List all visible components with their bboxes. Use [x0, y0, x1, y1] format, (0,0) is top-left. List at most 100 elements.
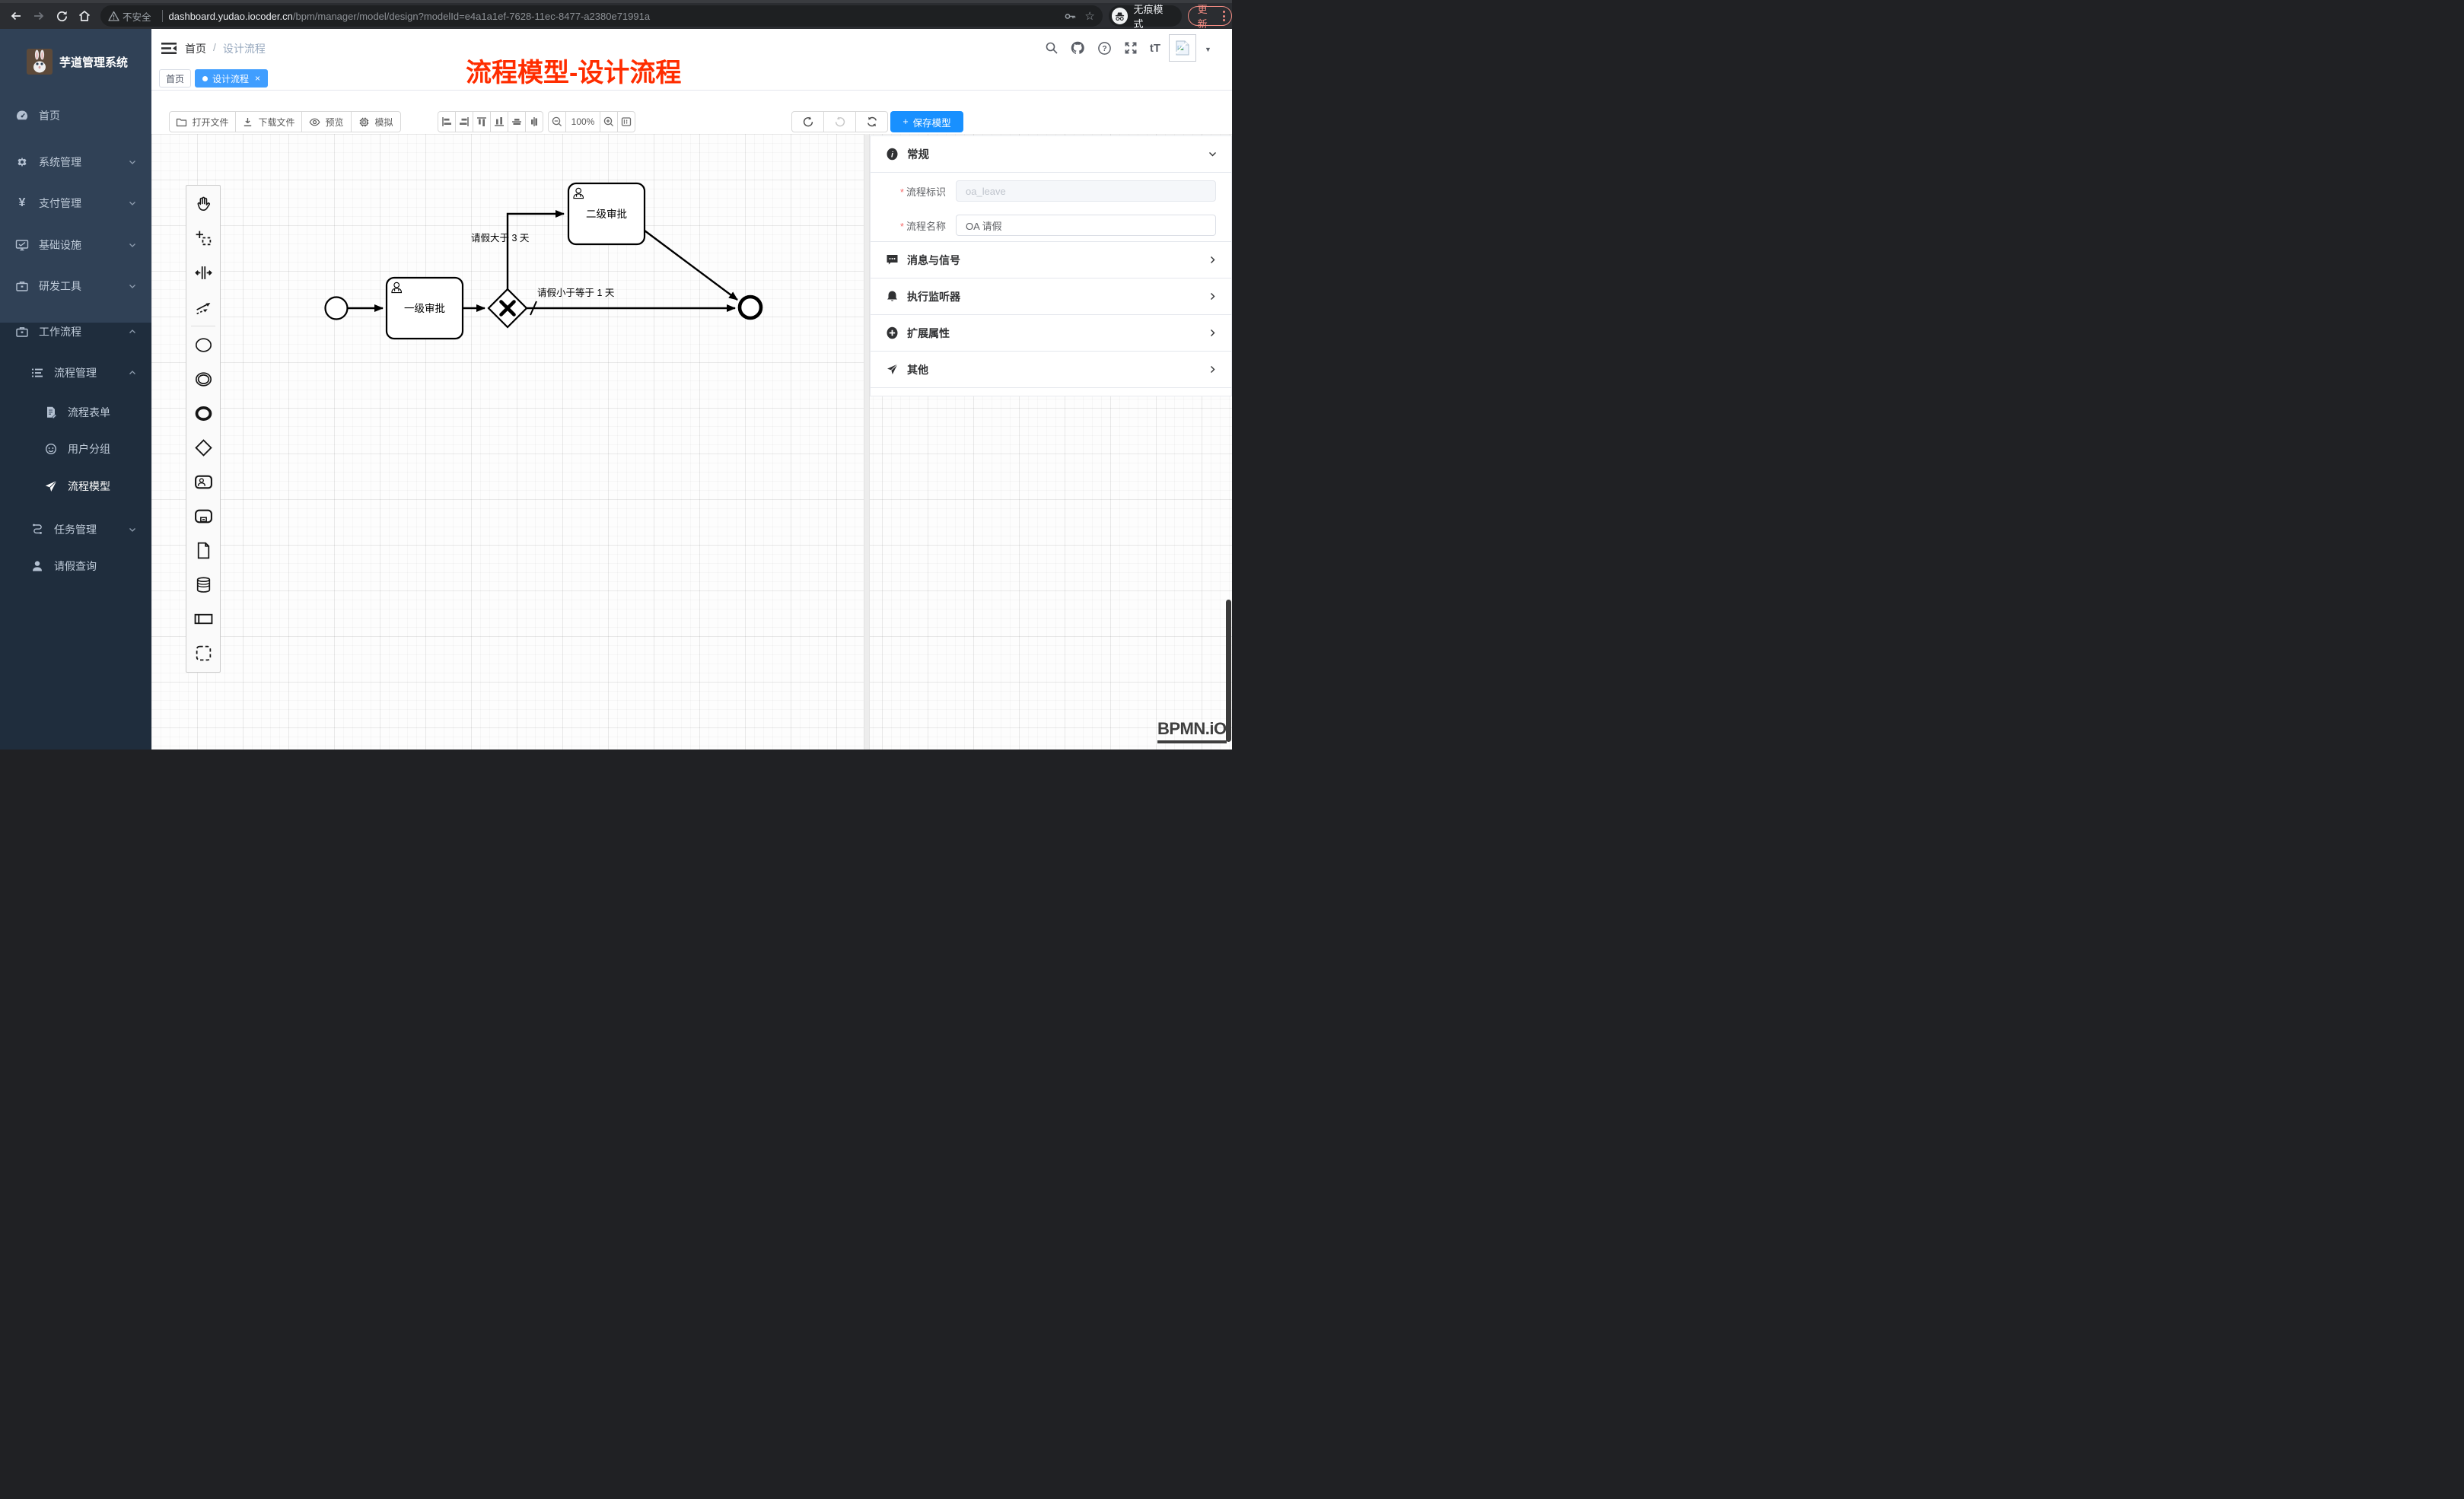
create-group[interactable]: [186, 636, 220, 670]
create-end-event[interactable]: [186, 396, 220, 431]
zoom-out-button[interactable]: [548, 111, 566, 132]
home-icon[interactable]: [75, 6, 94, 26]
create-subprocess[interactable]: [186, 499, 220, 533]
align-vcenter-icon: [511, 116, 523, 128]
scrollbar-thumb[interactable]: [1226, 600, 1231, 742]
sidebar-item-leave-query[interactable]: 请假查询: [0, 547, 151, 585]
sidebar-item-payment[interactable]: ¥ 支付管理: [0, 184, 151, 222]
zoom-in-button[interactable]: [600, 111, 618, 132]
start-event[interactable]: [326, 298, 348, 320]
download-file-button[interactable]: 下载文件: [235, 111, 302, 132]
app-logo[interactable]: 芋道管理系统: [0, 34, 151, 89]
create-gateway[interactable]: [186, 431, 220, 465]
font-size-icon[interactable]: tT: [1148, 40, 1163, 56]
panel-splitter[interactable]: [864, 134, 870, 750]
redo-button[interactable]: [823, 111, 856, 132]
align-right-button[interactable]: [455, 111, 473, 132]
chevron-down-icon: [129, 526, 136, 533]
chevron-down-icon: [129, 199, 136, 207]
message-icon: [886, 253, 899, 266]
update-button[interactable]: 更新: [1188, 6, 1232, 26]
user-icon: [30, 559, 44, 573]
undo-button[interactable]: [791, 111, 824, 132]
create-intermediate-event[interactable]: [186, 362, 220, 396]
forward-icon[interactable]: [29, 6, 49, 26]
open-file-button[interactable]: 打开文件: [169, 111, 236, 132]
align-top-button[interactable]: [473, 111, 491, 132]
flow-task2-to-end[interactable]: [645, 231, 737, 300]
align-vertical-center-button[interactable]: [508, 111, 526, 132]
section-extended-properties[interactable]: 扩展属性: [871, 315, 1231, 352]
sidebar-item-process-form[interactable]: 流程表单: [0, 393, 151, 431]
reset-view-icon: [620, 116, 632, 128]
edge-label-gt3days[interactable]: 请假大于 3 天: [471, 233, 530, 243]
restart-button[interactable]: [855, 111, 888, 132]
section-execution-listeners[interactable]: 执行监听器: [871, 278, 1231, 315]
url-text: dashboard.yudao.iocoder.cn/bpm/manager/m…: [169, 11, 1065, 22]
tab-design-process[interactable]: 设计流程 ×: [195, 69, 268, 88]
fullscreen-icon[interactable]: [1123, 40, 1138, 56]
reset-view-button[interactable]: [617, 111, 635, 132]
simulate-button[interactable]: 模拟: [351, 111, 401, 132]
section-general[interactable]: i 常规: [871, 136, 1231, 173]
process-key-input[interactable]: oa_leave: [956, 180, 1216, 202]
align-bottom-button[interactable]: [490, 111, 508, 132]
preview-button[interactable]: 预览: [301, 111, 352, 132]
paper-plane-icon: [44, 479, 58, 493]
end-event[interactable]: [740, 297, 761, 318]
chevron-right-icon: [1208, 328, 1218, 338]
edge-label-lte1day[interactable]: 请假小于等于 1 天: [537, 287, 615, 298]
search-icon[interactable]: [1044, 40, 1059, 56]
create-user-task[interactable]: [186, 465, 220, 499]
address-bar[interactable]: 不安全 dashboard.yudao.iocoder.cn/bpm/manag…: [100, 5, 1103, 27]
section-other[interactable]: 其他: [871, 352, 1231, 388]
plus-icon: +: [903, 116, 908, 127]
align-horizontal-center-button[interactable]: [525, 111, 543, 132]
chevron-down-icon: [129, 241, 136, 249]
sidebar-item-user-group[interactable]: 用户分组: [0, 430, 151, 468]
sidebar-item-process-model[interactable]: 流程模型: [0, 467, 151, 505]
back-icon[interactable]: [6, 6, 26, 26]
reload-icon[interactable]: [52, 6, 72, 26]
briefcase-icon: [15, 325, 29, 339]
lasso-tool[interactable]: [186, 221, 220, 256]
bpmn-palette: [186, 185, 221, 673]
space-tool[interactable]: [186, 256, 220, 290]
align-left-button[interactable]: [438, 111, 456, 132]
caret-down-icon[interactable]: ▼: [1205, 46, 1211, 53]
help-icon[interactable]: ?: [1097, 40, 1112, 56]
field-process-name: *流程名称 OA 请假: [871, 215, 1231, 236]
sidebar-item-home[interactable]: 首页: [0, 97, 151, 135]
sidebar-item-devtools[interactable]: 研发工具: [0, 267, 151, 305]
eye-icon: [309, 116, 320, 128]
close-icon[interactable]: ×: [255, 73, 260, 84]
sidebar-item-workflow[interactable]: 工作流程: [0, 313, 151, 351]
breadcrumb-home[interactable]: 首页: [185, 41, 206, 56]
create-data-object[interactable]: [186, 533, 220, 568]
download-icon: [242, 116, 253, 128]
save-model-button[interactable]: + 保存模型: [890, 111, 963, 132]
create-participant[interactable]: [186, 602, 220, 636]
chevron-down-icon[interactable]: [1208, 149, 1218, 159]
hamburger-icon[interactable]: [161, 40, 177, 56]
create-data-store[interactable]: [186, 568, 220, 602]
chevron-right-icon: [1208, 291, 1218, 301]
bookmark-star-icon[interactable]: ☆: [1084, 9, 1094, 23]
bpmn-io-logo[interactable]: BPMN.iO: [1157, 720, 1227, 743]
tab-home[interactable]: 首页: [159, 69, 191, 88]
create-start-event[interactable]: [186, 328, 220, 362]
github-icon[interactable]: [1070, 40, 1085, 56]
sidebar-item-system[interactable]: 系统管理: [0, 143, 151, 181]
toolbox-icon: [15, 279, 29, 293]
hand-tool[interactable]: [186, 187, 220, 221]
section-messages-signals[interactable]: 消息与信号: [871, 241, 1231, 278]
global-connect-tool[interactable]: [186, 290, 220, 324]
flow-gateway-to-task2[interactable]: [508, 214, 564, 289]
sidebar-item-infrastructure[interactable]: 基础设施: [0, 226, 151, 264]
avatar[interactable]: [1169, 34, 1196, 62]
sidebar-item-task-management[interactable]: 任务管理: [0, 511, 151, 549]
sidebar-item-process-management[interactable]: 流程管理: [0, 354, 151, 392]
kebab-menu-icon[interactable]: [1223, 11, 1225, 21]
key-icon[interactable]: [1064, 10, 1077, 23]
process-name-input[interactable]: OA 请假: [956, 215, 1216, 236]
